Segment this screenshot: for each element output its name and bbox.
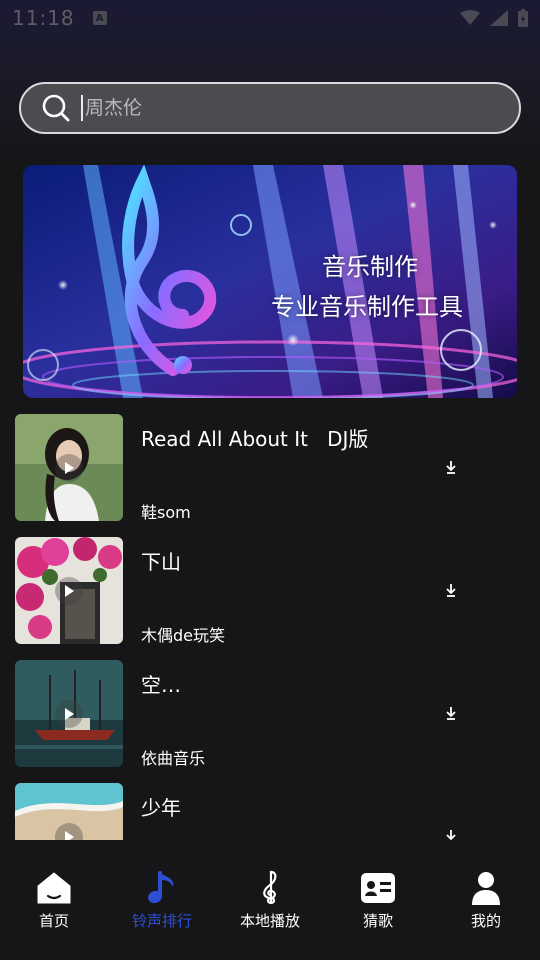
song-title: Read All About It DJ版 — [141, 427, 369, 451]
play-icon[interactable] — [55, 700, 83, 728]
home-icon — [37, 872, 71, 904]
song-title: 空… — [141, 673, 181, 697]
nav-label: 我的 — [470, 912, 501, 930]
nav-label: 铃声排行 — [131, 912, 192, 930]
status-time: 11:18 — [12, 6, 75, 30]
search-icon[interactable] — [41, 93, 71, 123]
song-cover[interactable] — [15, 660, 123, 767]
wifi-icon — [460, 10, 480, 25]
download-icon[interactable] — [444, 459, 458, 475]
play-icon[interactable] — [55, 454, 83, 482]
notification-icon: A — [92, 11, 107, 25]
status-bar: 11:18 A — [0, 0, 540, 36]
song-title: 少年 — [141, 796, 181, 820]
status-icons — [460, 9, 528, 27]
song-item[interactable]: 下山 木偶de玩笑 — [0, 533, 540, 645]
song-artist: 鞋som — [141, 503, 191, 522]
search-input[interactable] — [81, 95, 481, 121]
download-icon[interactable] — [444, 705, 458, 721]
banner-subtitle: 专业音乐制作工具 — [271, 293, 463, 321]
download-icon[interactable] — [444, 582, 458, 598]
music-note-icon — [148, 871, 174, 904]
banner-artwork — [23, 165, 517, 398]
song-artist: 木偶de玩笑 — [141, 626, 226, 645]
banner-title: 音乐制作 — [322, 253, 418, 281]
nav-label: 首页 — [38, 912, 69, 930]
song-cover[interactable] — [15, 537, 123, 644]
nav-label: 本地播放 — [239, 912, 300, 930]
nav-item-home[interactable]: 首页 — [0, 870, 108, 940]
nav-item-mine[interactable]: 我的 — [432, 870, 540, 940]
song-title: 下山 — [141, 550, 181, 574]
nav-item-local-play[interactable]: 本地播放 — [216, 870, 324, 940]
nav-item-guess-song[interactable]: 猜歌 — [324, 870, 432, 940]
song-item[interactable]: 少年 — [0, 779, 540, 840]
nav-label: 猜歌 — [362, 912, 393, 930]
id-card-icon — [361, 873, 395, 903]
song-cover[interactable] — [15, 783, 123, 840]
song-cover[interactable] — [15, 414, 123, 521]
song-artist: 依曲音乐 — [141, 749, 206, 768]
treble-clef-icon — [263, 870, 277, 905]
song-item[interactable]: Read All About It DJ版 鞋som — [0, 410, 540, 522]
song-item[interactable]: 空… 依曲音乐 — [0, 656, 540, 768]
bottom-nav: 首页 铃声排行 本地播放 猜歌 我的 — [0, 840, 540, 960]
nav-item-ringtone-ranking[interactable]: 铃声排行 — [108, 870, 216, 940]
battery-icon — [518, 9, 528, 27]
song-list: Read All About It DJ版 鞋som 下山 木偶de玩笑 空… … — [0, 410, 540, 840]
signal-icon — [490, 10, 508, 26]
download-icon[interactable] — [444, 828, 458, 840]
play-icon[interactable] — [55, 577, 83, 605]
promo-banner[interactable]: 音乐制作 专业音乐制作工具 — [23, 165, 517, 398]
search-bar[interactable] — [19, 82, 521, 134]
user-icon — [472, 872, 500, 905]
